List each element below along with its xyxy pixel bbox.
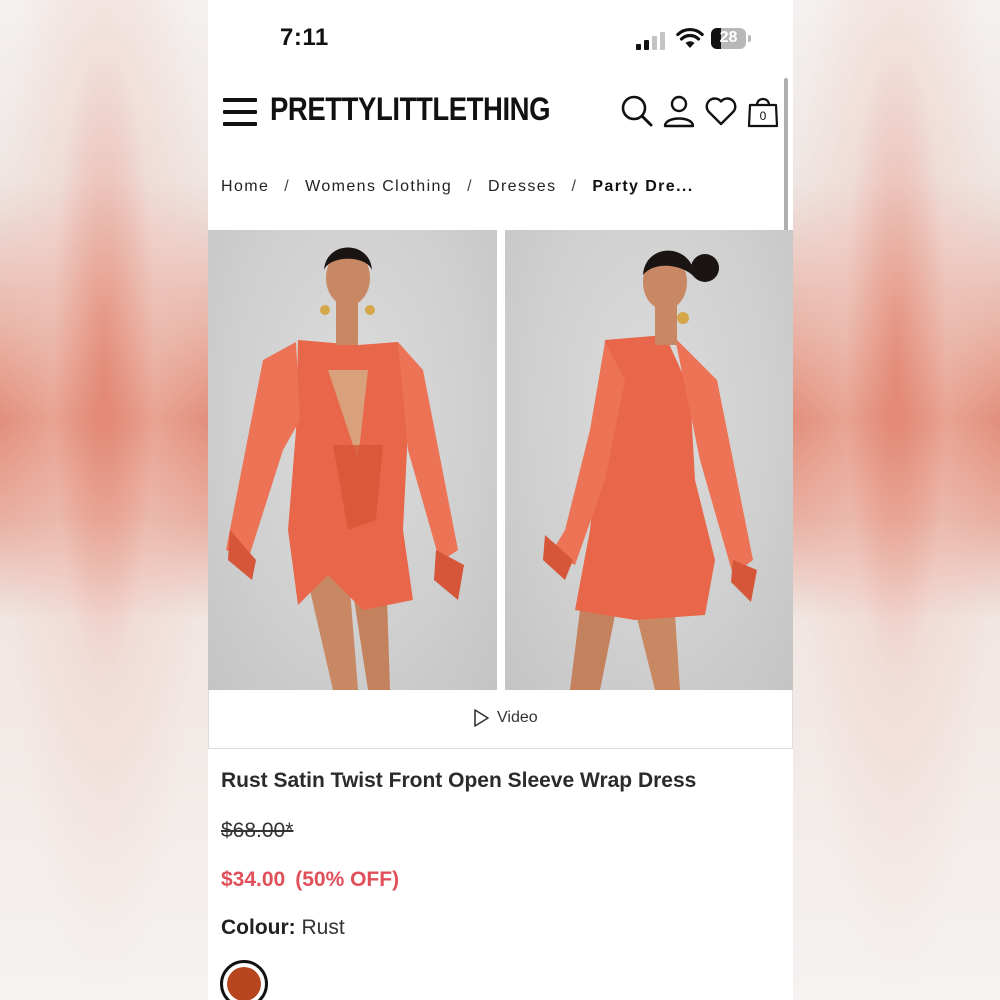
model-back-illustration <box>543 250 757 690</box>
sale-price: $34.00 <box>221 868 286 891</box>
shopping-bag-button[interactable]: 0 <box>746 94 780 128</box>
background-blur-right <box>793 0 1000 1000</box>
status-bar: 7:11 28 <box>208 0 793 78</box>
cart-count: 0 <box>759 109 767 123</box>
search-icon[interactable] <box>620 94 654 128</box>
battery-level: 28 <box>719 29 738 46</box>
account-icon[interactable] <box>662 94 696 128</box>
video-label: Video <box>497 709 538 726</box>
breadcrumb-womens-clothing[interactable]: Womens Clothing <box>305 178 452 195</box>
breadcrumb-home[interactable]: Home <box>221 178 269 195</box>
breadcrumb-separator: / <box>284 178 291 195</box>
breadcrumb-separator: / <box>467 178 473 195</box>
wishlist-heart-icon[interactable] <box>704 94 738 128</box>
video-button[interactable]: Video <box>208 690 793 749</box>
menu-icon[interactable] <box>223 98 257 126</box>
battery-icon: 28 <box>711 28 751 49</box>
colour-row: Colour: Rust <box>221 916 345 940</box>
phone-screen: 7:11 28 PRETTYLITTLETHING 0 Home / Women… <box>208 0 793 1000</box>
model-front-illustration <box>226 247 464 690</box>
status-time: 7:11 <box>280 24 329 51</box>
site-header: PRETTYLITTLETHING 0 <box>208 80 793 150</box>
colour-value: Rust <box>301 916 345 939</box>
wifi-icon <box>676 27 704 48</box>
product-image-back[interactable] <box>505 230 793 690</box>
play-icon <box>474 709 489 727</box>
original-price: $68.00* <box>221 819 294 842</box>
breadcrumb-separator: / <box>571 178 578 195</box>
breadcrumb: Home / Womens Clothing / Dresses / Party Dre..… <box>221 178 694 196</box>
discount-label: (50% OFF) <box>295 868 400 891</box>
product-image-front[interactable] <box>208 230 497 690</box>
swatch-fill <box>227 967 261 1000</box>
sale-price-row: $34.00 (50% OFF) <box>221 868 399 892</box>
colour-swatch-rust[interactable] <box>220 960 268 1000</box>
brand-logo[interactable]: PRETTYLITTLETHING <box>270 91 551 128</box>
product-title: Rust Satin Twist Front Open Sleeve Wrap … <box>221 769 697 792</box>
breadcrumb-current: Party Dre... <box>592 178 694 195</box>
video-button-content: Video <box>473 709 538 727</box>
cellular-signal-icon <box>636 30 666 50</box>
breadcrumb-dresses[interactable]: Dresses <box>488 178 556 195</box>
colour-label: Colour: <box>221 916 296 939</box>
background-blur-left <box>0 0 208 1000</box>
